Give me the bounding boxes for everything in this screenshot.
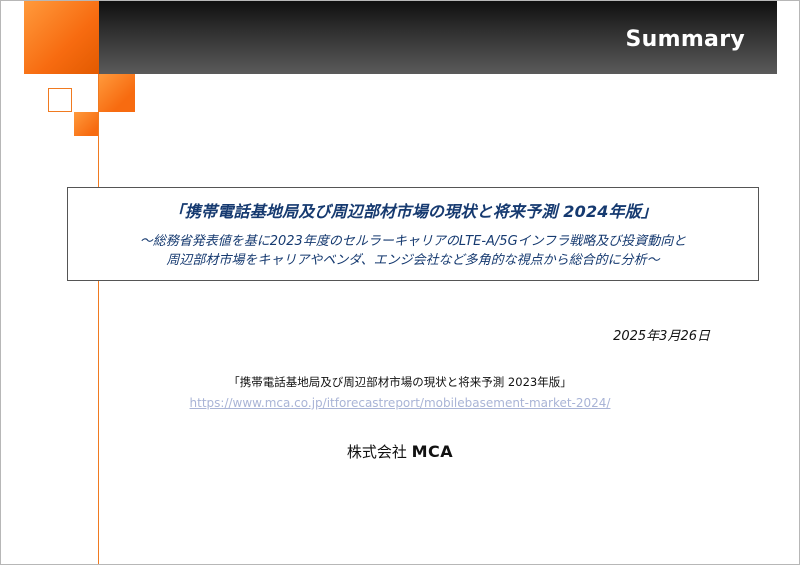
- outline-decor-square: [48, 88, 72, 112]
- company-prefix: 株式会社: [346, 443, 407, 461]
- header-bar: Summary: [99, 1, 777, 74]
- company-name: 株式会社 MCA: [300, 441, 500, 462]
- subtitle-line-2: 周辺部材市場をキャリアやベンダ、エンジ会社など多角的な視点から総合的に分析～: [166, 253, 660, 268]
- vertical-rule: [98, 74, 99, 564]
- header-title: Summary: [625, 27, 745, 52]
- report-title: 「携帯電話基地局及び周辺部材市場の現状と将来予測 2024年版」: [168, 202, 658, 221]
- orange-decor-small: [99, 74, 135, 112]
- company-brand: MCA: [411, 442, 454, 461]
- publish-date: 2025年3月26日: [613, 329, 710, 344]
- orange-decor-tiny: [74, 112, 98, 136]
- title-box: 「携帯電話基地局及び周辺部材市場の現状と将来予測 2024年版」 ～総務省発表値…: [67, 187, 759, 281]
- orange-decor-block: [24, 1, 99, 74]
- reference-report-name: 「携帯電話基地局及び周辺部材市場の現状と将来予測 2023年版」: [228, 375, 572, 389]
- reference-report-link[interactable]: https://www.mca.co.jp/itforecastreport/m…: [100, 396, 700, 410]
- subtitle-line-1: ～総務省発表値を基に2023年度のセルラーキャリアのLTE-A/5Gインフラ戦略…: [139, 234, 687, 249]
- report-subtitle: ～総務省発表値を基に2023年度のセルラーキャリアのLTE-A/5Gインフラ戦略…: [68, 232, 758, 270]
